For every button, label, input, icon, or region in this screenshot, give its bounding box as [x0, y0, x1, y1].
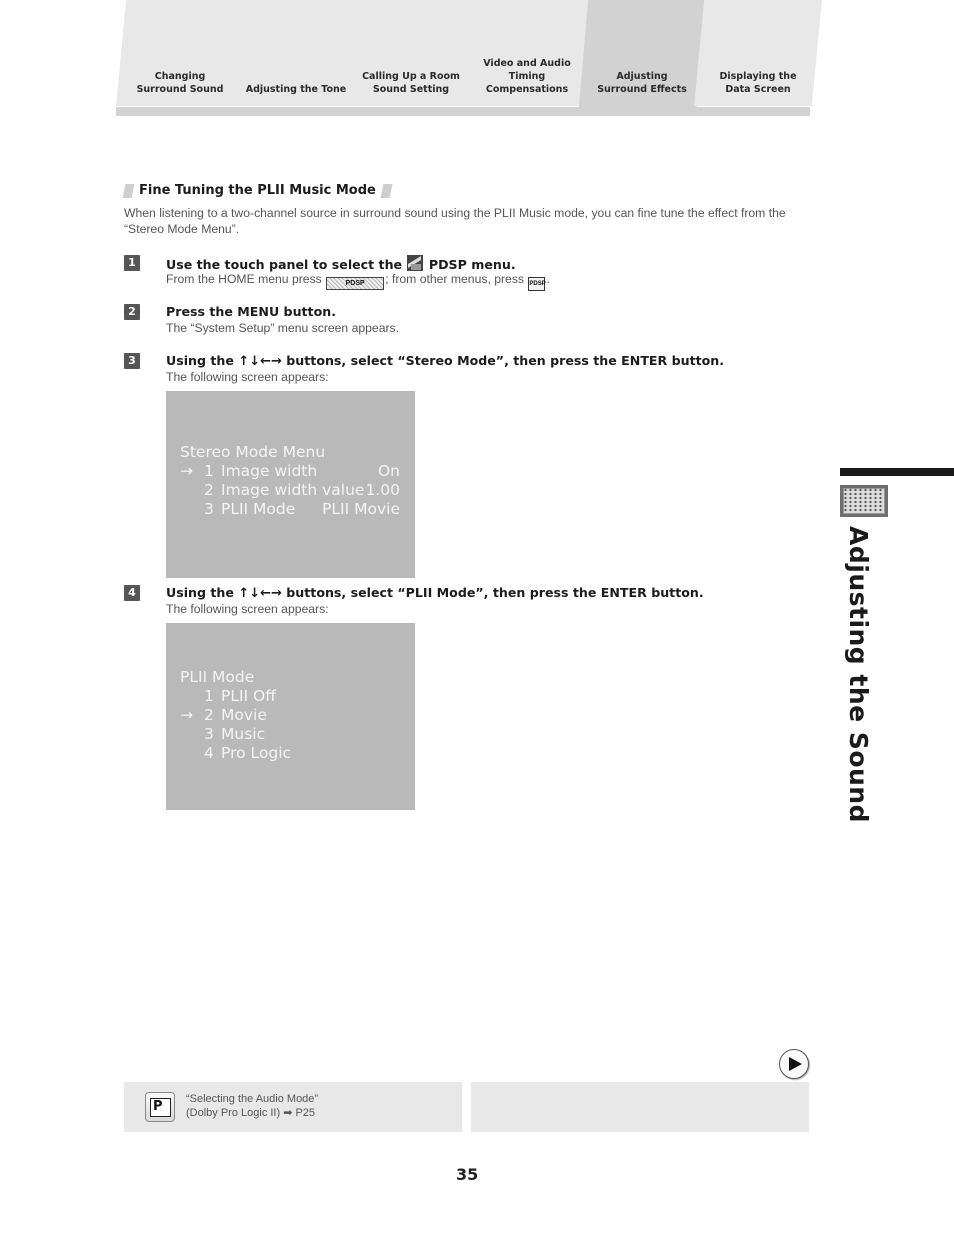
step-description: From the HOME menu press PDSP; from othe…	[166, 271, 550, 291]
pdsp-home-key-icon: PDSP	[326, 277, 385, 290]
menu-row: 2 Image width value 1.00	[180, 481, 400, 500]
step-title-text: PDSP menu.	[428, 257, 516, 272]
step-title-text: buttons, select “Stereo Mode”, then pres…	[286, 353, 725, 368]
intro-paragraph: When listening to a two-channel source i…	[124, 206, 786, 236]
heading-slash-icon	[380, 183, 393, 198]
cursor-spacer	[180, 744, 204, 763]
tab-label: Changing Surround Sound	[136, 71, 224, 95]
tab-changing-surround-sound[interactable]: Changing Surround Sound	[116, 0, 244, 106]
heading-slash-icon	[122, 183, 135, 198]
menu-row-number: 1	[204, 687, 214, 705]
reference-box-empty	[471, 1082, 809, 1132]
step-title-text: buttons, select “PLII Mode”, then press …	[286, 585, 704, 600]
menu-row: → 1 Image width On	[180, 462, 400, 481]
tab-adjusting-surround-effects[interactable]: Adjusting Surround Effects	[578, 0, 706, 116]
step-title: Press the MENU button.	[166, 304, 336, 319]
cursor-spacer	[180, 481, 204, 500]
menu-row-number: 3	[204, 725, 214, 743]
menu-row: 1 PLII Off	[180, 687, 400, 706]
menu-row: → 2 Movie	[180, 706, 400, 725]
speaker-grid-icon	[840, 485, 888, 517]
cursor-arrow-icon: →	[180, 706, 193, 724]
next-page-button[interactable]	[779, 1049, 809, 1079]
reference-line-2: (Dolby Pro Logic II) ➡ P25	[186, 1107, 316, 1119]
tab-baseline	[116, 107, 810, 116]
step-description: The “System Setup” menu screen appears.	[166, 321, 400, 335]
menu-row-label: PLII Off	[221, 687, 276, 705]
page-number: 35	[456, 1165, 479, 1184]
step-title-text: Using the	[166, 585, 234, 600]
pdsp-menu-icon	[407, 255, 424, 271]
tab-calling-up-room-sound[interactable]: Calling Up a Room Sound Setting	[347, 0, 475, 106]
menu-row-number: 2	[204, 481, 214, 499]
step-description-text: ; from other menus, press	[385, 272, 525, 286]
arrow-keys-icon: ↑↓←→	[238, 586, 282, 601]
tab-label: Calling Up a Room Sound Setting	[362, 71, 460, 95]
tab-video-audio-timing[interactable]: Video and Audio Timing Compensations	[463, 0, 591, 106]
step-number: 4	[124, 585, 140, 601]
cursor-spacer	[180, 500, 204, 519]
menu-row-label: PLII Mode	[221, 500, 296, 518]
menu-row-label: Image width	[221, 462, 318, 480]
cursor-spacer	[180, 725, 204, 744]
step-description: The following screen appears:	[166, 370, 329, 384]
menu-row-number: 3	[204, 500, 214, 518]
menu-row: 3 PLII Mode PLII Movie	[180, 500, 400, 519]
menu-row-value: 1.00	[365, 481, 400, 499]
screen-title: PLII Mode	[180, 668, 255, 686]
step-number: 1	[124, 255, 140, 271]
menu-row-number: 1	[204, 462, 214, 480]
step-description-text: From the HOME menu press	[166, 272, 322, 286]
tab-label: Adjusting the Tone	[245, 84, 347, 95]
page-reference-icon: P	[145, 1092, 175, 1122]
tab-adjusting-the-tone[interactable]: Adjusting the Tone	[232, 0, 360, 106]
chapter-tabs: Changing Surround Sound Adjusting the To…	[116, 0, 822, 116]
step-description: The following screen appears:	[166, 602, 329, 616]
tab-displaying-data-screen[interactable]: Displaying the Data Screen	[694, 0, 822, 106]
reference-box: P “Selecting the Audio Mode” (Dolby Pro …	[124, 1082, 462, 1132]
menu-row: 3 Music	[180, 725, 400, 744]
menu-row-label: Movie	[221, 706, 267, 724]
step-title-text: Use the touch panel to select the	[166, 257, 403, 272]
cursor-arrow-icon: →	[180, 462, 193, 480]
menu-row-value: PLII Movie	[322, 500, 400, 518]
plii-mode-screen: PLII Mode 1 PLII Off → 2 Movie 3 Music 4…	[166, 623, 415, 810]
menu-row: 4 Pro Logic	[180, 744, 400, 763]
step-number: 2	[124, 304, 140, 320]
menu-row-value: On	[377, 462, 400, 480]
tab-label: Adjusting Surround Effects	[597, 71, 687, 95]
arrow-keys-icon: ↑↓←→	[238, 354, 282, 369]
tab-label: Displaying the Data Screen	[719, 71, 797, 95]
screen-title: Stereo Mode Menu	[180, 443, 326, 461]
tab-label: Video and Audio Timing Compensations	[483, 58, 571, 95]
reference-line-1: “Selecting the Audio Mode”	[186, 1093, 319, 1105]
page-reference-icon-letter: P	[150, 1098, 171, 1117]
side-index-title: Adjusting the Sound	[844, 526, 873, 823]
menu-row-number: 4	[204, 744, 214, 762]
menu-row-label: Pro Logic	[221, 744, 292, 762]
step-number: 3	[124, 353, 140, 369]
menu-row-number: 2	[204, 706, 214, 724]
step-description-text: .	[546, 272, 550, 286]
section-title: Fine Tuning the PLII Music Mode	[139, 183, 376, 198]
stereo-mode-menu-screen: Stereo Mode Menu → 1 Image width On 2 Im…	[166, 391, 415, 578]
menu-row-label: Music	[221, 725, 266, 743]
pdsp-key-icon: PDSP	[528, 277, 546, 291]
speaker-grid-icon-face	[843, 488, 885, 514]
step-title-text: Using the	[166, 353, 234, 368]
reference-link[interactable]: “Selecting the Audio Mode” (Dolby Pro Lo…	[186, 1092, 318, 1120]
menu-row-label: Image width value	[221, 481, 365, 499]
cursor-spacer	[180, 687, 204, 706]
side-index-bar	[840, 468, 954, 476]
section-heading: Fine Tuning the PLII Music Mode	[122, 183, 393, 198]
